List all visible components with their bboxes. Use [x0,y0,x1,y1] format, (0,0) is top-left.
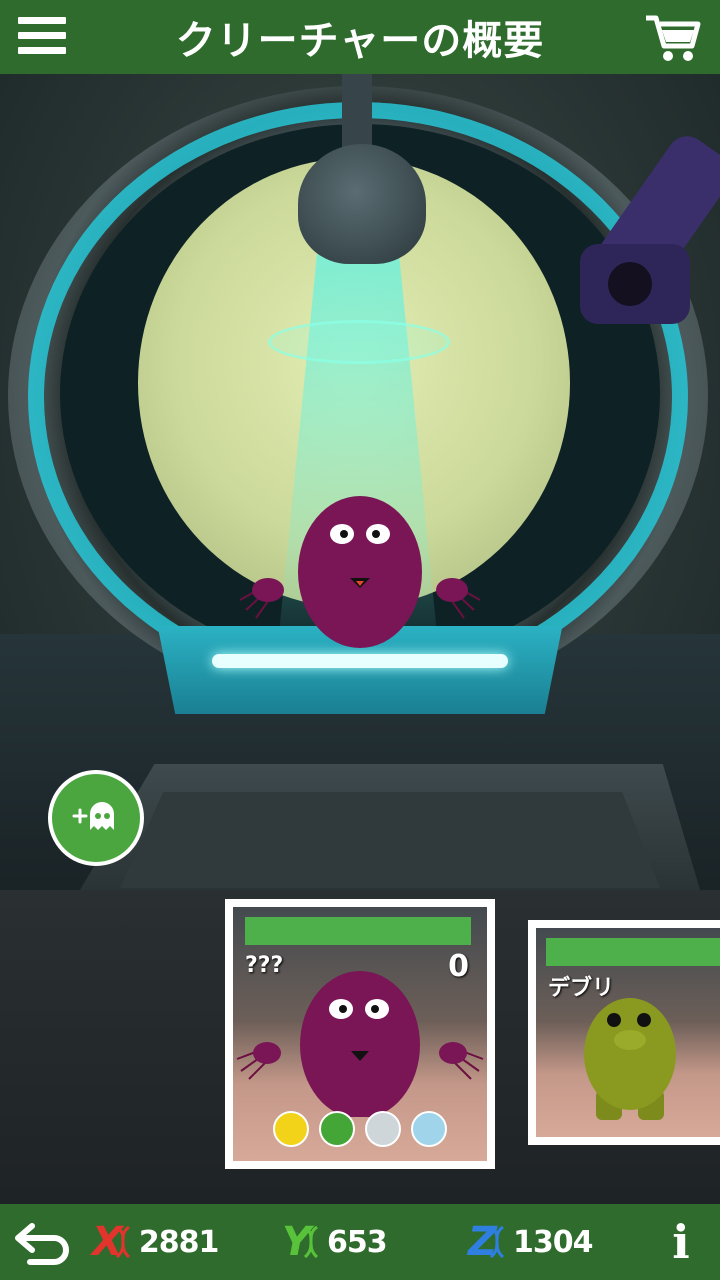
dna-helix-icon [489,1225,505,1259]
card-preview: ??? 0 [233,907,487,1161]
card-preview: デブリ [536,928,720,1137]
cloud-element-icon [365,1111,401,1147]
creature-thumbnail [584,998,676,1120]
card-health-bar [546,938,720,966]
creature-card[interactable]: デブリ [528,920,720,1145]
add-creature-button[interactable] [48,770,144,866]
lab-scene [0,74,720,890]
add-creature-icon [72,802,114,830]
beam-halo [268,320,450,364]
hatch-light [212,654,508,668]
creature-thumbnail [236,971,484,1117]
hamburger-menu-icon[interactable] [18,17,66,57]
shopping-cart-icon[interactable] [644,12,702,64]
y-dna-counter: Y 653 [282,1216,388,1268]
dna-helix-icon [303,1225,319,1259]
x-dna-value: 2881 [138,1224,219,1260]
platform-hatch [120,792,660,888]
lightning-element-icon [273,1111,309,1147]
back-arrow-icon[interactable] [14,1218,74,1266]
scanner-lamp [298,144,426,264]
top-bar: クリーチャーの概要 [0,0,720,74]
card-health-bar [245,917,471,945]
bottom-bar: X 2881 Y 653 Z 1304 i [0,1204,720,1280]
creature-card-selected[interactable]: ??? 0 [225,899,495,1169]
dna-helix-icon [115,1225,130,1259]
robot-claw [520,94,720,354]
z-dna-counter: Z 1304 [468,1216,594,1268]
leaf-element-icon [319,1111,355,1147]
info-button[interactable]: i [666,1214,696,1270]
lamp-arm [342,74,372,154]
ice-element-icon [411,1111,447,1147]
y-dna-value: 653 [326,1224,388,1260]
page-title: クリーチャーの概要 [175,18,545,64]
z-dna-value: 1304 [513,1224,593,1260]
x-dna-counter: X 2881 [92,1216,219,1268]
creature-model[interactable] [232,482,488,650]
